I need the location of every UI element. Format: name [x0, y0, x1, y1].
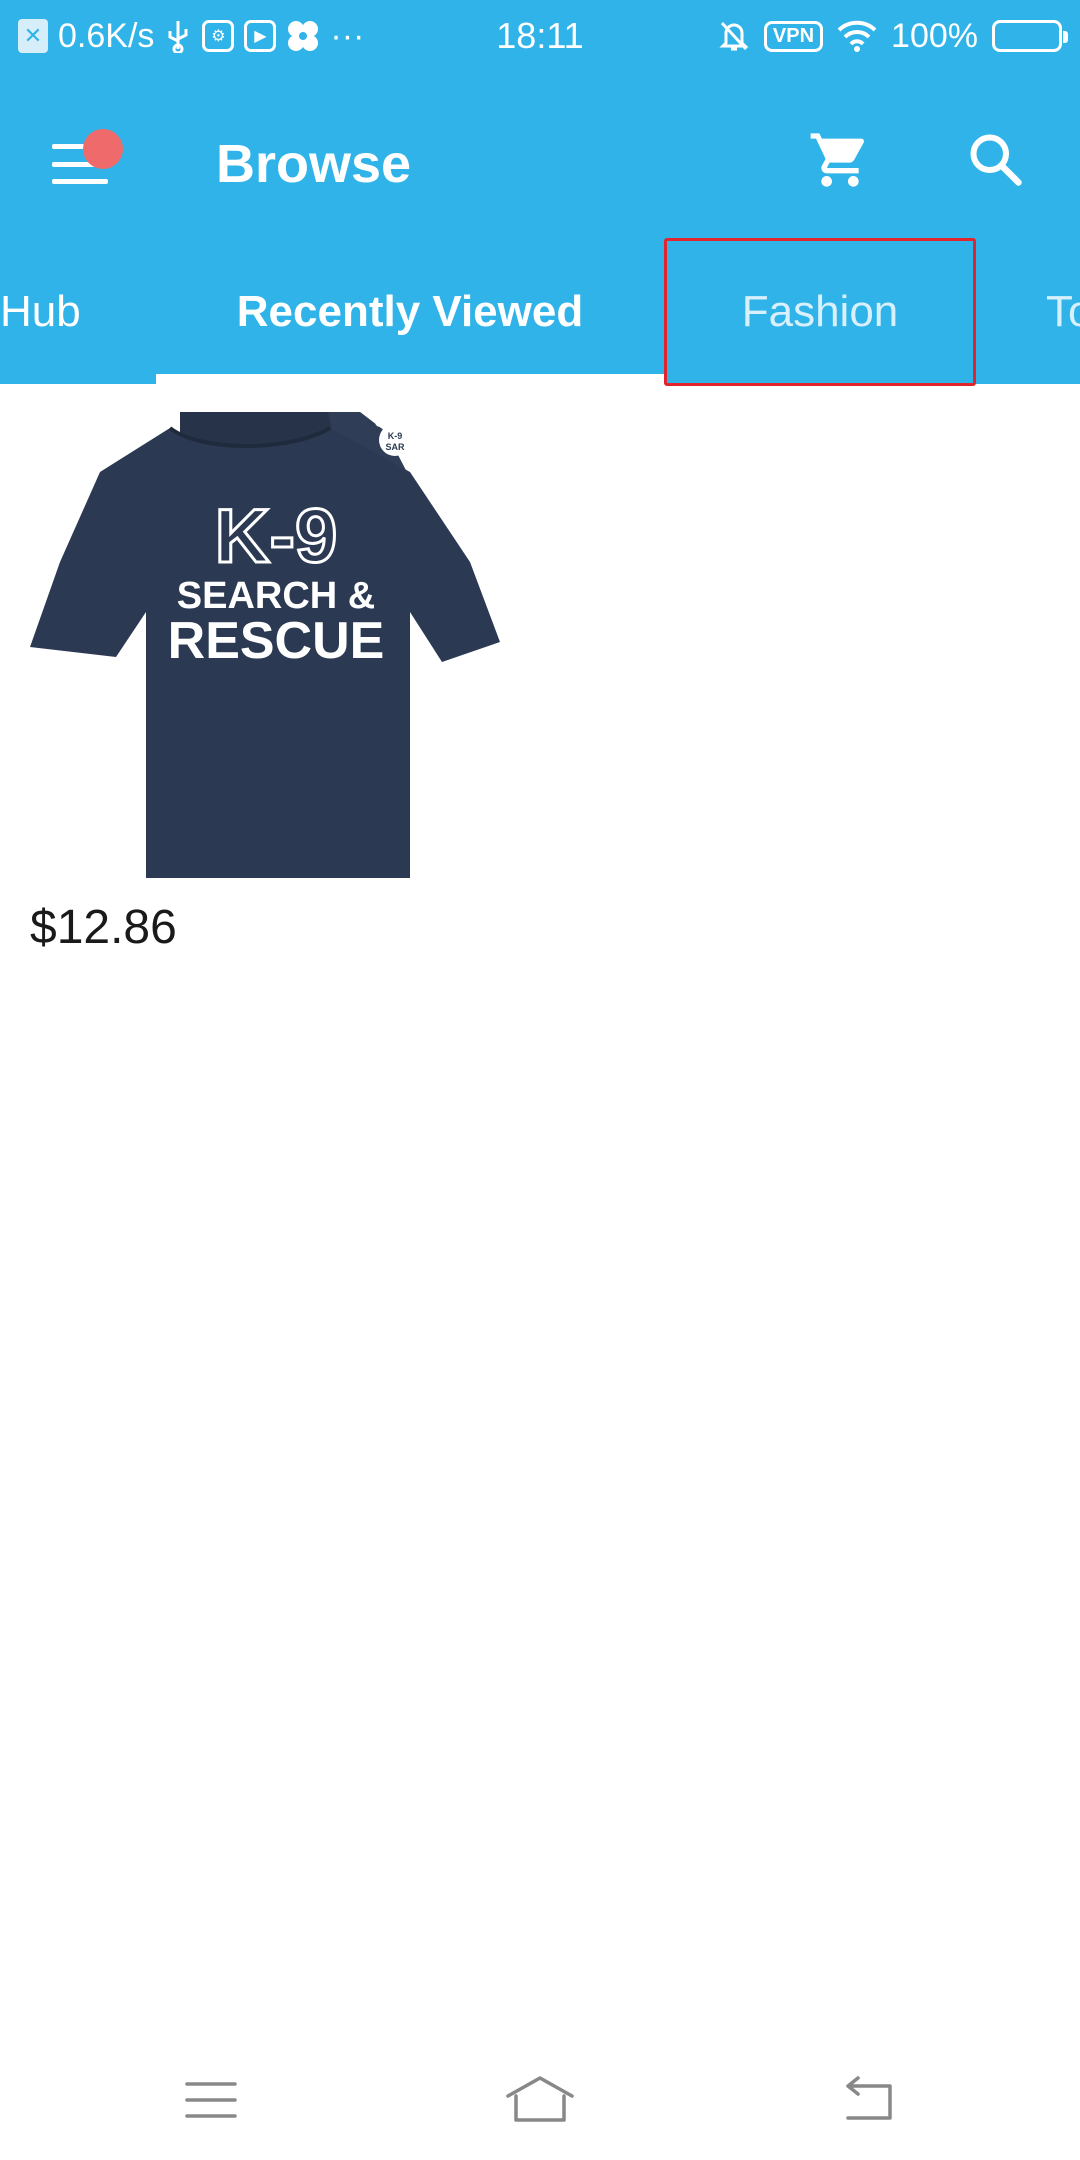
tab-next-partial[interactable]: To [1046, 240, 1080, 384]
system-nav-bar [0, 2040, 1080, 2160]
status-bar: ✕ 0.6K/s ⚙ ▶ ··· 18:11 VPN 100% [0, 0, 1080, 72]
back-icon [846, 2076, 892, 2120]
product-price: $12.86 [30, 901, 177, 954]
search-icon [970, 134, 1022, 186]
tab-hub[interactable]: Hub [0, 240, 156, 384]
page-title: Browse [216, 134, 412, 194]
shirt-text-rescue: RESCUE [168, 612, 385, 670]
tab-label: To [1046, 287, 1080, 336]
usb-icon [164, 19, 192, 53]
logo-text-sar: SAR [385, 442, 405, 452]
product-image: K-9 SEARCH & RESCUE K-9 SAR [30, 411, 526, 878]
logo-text-k9: K-9 [388, 431, 403, 441]
tab-recently-viewed[interactable]: Recently Viewed [156, 240, 664, 384]
network-speed: 0.6K/s [58, 16, 155, 55]
bell-off-icon [718, 19, 750, 53]
status-right: VPN 100% [718, 0, 1068, 72]
cart-button[interactable] [800, 120, 880, 200]
cart-icon [810, 133, 865, 187]
battery-percent: 100% [891, 16, 978, 55]
menu-button[interactable] [40, 124, 123, 204]
nav-home-button[interactable] [495, 2060, 585, 2140]
battery-icon [992, 20, 1068, 52]
usb-debug-icon: ⚙ [202, 20, 235, 52]
fan-icon [286, 19, 320, 53]
vpn-icon: VPN [763, 20, 824, 52]
wifi-icon [837, 20, 877, 52]
more-notifications-icon: ··· [330, 16, 365, 55]
status-left: ✕ 0.6K/s ⚙ ▶ ··· [18, 0, 364, 72]
app-notification-icon: ✕ [18, 19, 48, 53]
nav-back-button[interactable] [823, 2060, 913, 2140]
nav-recent-apps-button[interactable] [166, 2060, 256, 2140]
product-card[interactable]: K-9 SEARCH & RESCUE K-9 SAR $12.86 [30, 411, 530, 954]
tab-label: Hub [0, 287, 81, 336]
play-icon: ▶ [244, 20, 277, 52]
tab-selected-indicator [156, 374, 664, 384]
menu-icon [185, 2082, 237, 2118]
tab-label: Recently Viewed [236, 287, 584, 336]
shirt-text-k9: K-9 [215, 494, 337, 579]
home-icon [506, 2076, 574, 2122]
shirt-text-search: SEARCH & [177, 575, 375, 617]
notification-dot [83, 129, 123, 169]
search-button[interactable] [956, 120, 1036, 200]
fashion-highlight-box [664, 238, 976, 386]
